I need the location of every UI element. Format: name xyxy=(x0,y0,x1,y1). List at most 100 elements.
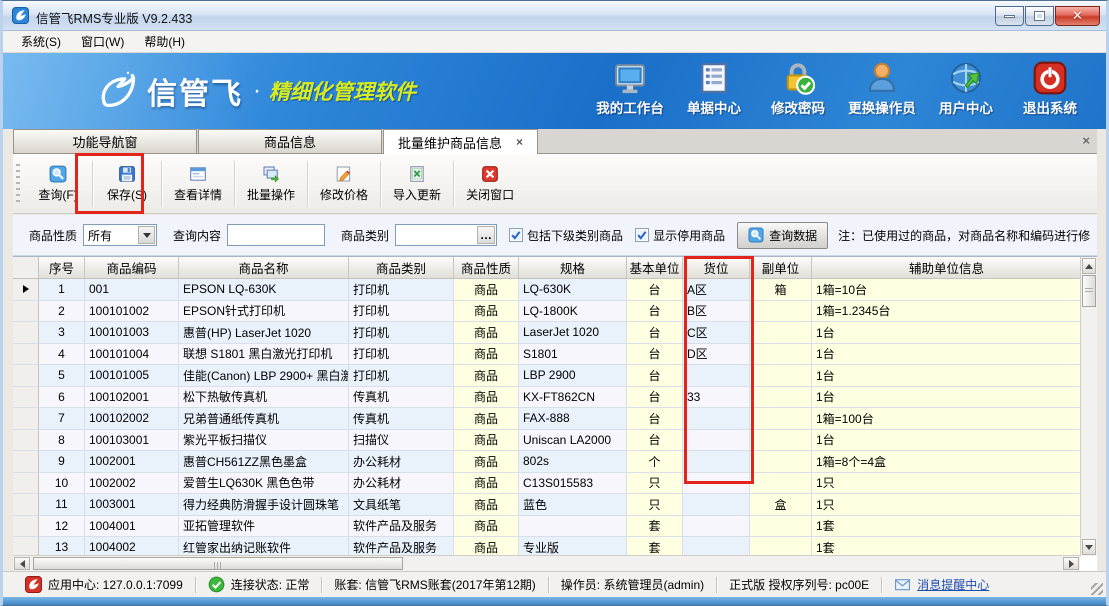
cell-sub-unit[interactable] xyxy=(750,408,812,430)
cell-spec[interactable]: 蓝色 xyxy=(519,494,627,516)
cell-index[interactable]: 13 xyxy=(39,537,85,556)
cell-product-name[interactable]: EPSON LQ-630K xyxy=(179,279,349,301)
checkbox-show-disabled-products[interactable]: 显示停用商品 xyxy=(635,227,725,244)
column-header-index[interactable]: 序号 xyxy=(39,257,85,278)
cell-sub-unit[interactable] xyxy=(750,430,812,452)
scroll-right-button[interactable] xyxy=(1063,557,1079,570)
cell-spec[interactable]: LaserJet 1020 xyxy=(519,322,627,344)
toolbar-grip[interactable] xyxy=(16,164,20,204)
cell-index[interactable]: 8 xyxy=(39,430,85,452)
cell-location[interactable]: C区 xyxy=(683,322,750,344)
cell-base-unit[interactable]: 台 xyxy=(627,430,683,452)
cell-spec[interactable]: LBP 2900 xyxy=(519,365,627,387)
menu-item-help[interactable]: 帮助(H) xyxy=(134,31,195,52)
cell-sub-unit[interactable] xyxy=(750,387,812,409)
column-header-spec[interactable]: 规格 xyxy=(519,257,627,278)
row-selector-cell[interactable] xyxy=(13,516,39,538)
cell-product-code[interactable]: 1004001 xyxy=(85,516,179,538)
status-item-message-center[interactable]: 消息提醒中心 xyxy=(882,576,1001,593)
cell-product-nature[interactable]: 商品 xyxy=(454,408,519,430)
cell-location[interactable] xyxy=(683,430,750,452)
cell-location[interactable] xyxy=(683,408,750,430)
query-button[interactable]: 查询(F) xyxy=(27,158,89,210)
cell-product-name[interactable]: 松下热敏传真机 xyxy=(179,387,349,409)
cell-product-code[interactable]: 100102002 xyxy=(85,408,179,430)
cell-aux-unit-info[interactable]: 1只 xyxy=(812,473,1082,495)
banner-action-switch-operator[interactable]: 更换操作员 xyxy=(840,61,924,117)
cell-sub-unit[interactable] xyxy=(750,516,812,538)
category-input[interactable]: … xyxy=(395,224,497,246)
cell-aux-unit-info[interactable]: 1箱=1.2345台 xyxy=(812,301,1082,323)
cell-product-category[interactable]: 扫描仪 xyxy=(349,430,454,452)
banner-action-exit-system[interactable]: 退出系统 xyxy=(1008,61,1092,117)
cell-product-nature[interactable]: 商品 xyxy=(454,279,519,301)
cell-product-category[interactable]: 传真机 xyxy=(349,408,454,430)
cell-product-code[interactable]: 001 xyxy=(85,279,179,301)
status-item-text[interactable]: 消息提醒中心 xyxy=(917,576,989,593)
cell-sub-unit[interactable] xyxy=(750,322,812,344)
cell-product-code[interactable]: 100101002 xyxy=(85,301,179,323)
cell-index[interactable]: 9 xyxy=(39,451,85,473)
cell-sub-unit[interactable] xyxy=(750,365,812,387)
cell-index[interactable]: 4 xyxy=(39,344,85,366)
cell-base-unit[interactable]: 台 xyxy=(627,301,683,323)
banner-action-user-center[interactable]: 用户中心 xyxy=(924,61,1008,117)
cell-product-name[interactable]: 联想 S1801 黑白激光打印机 xyxy=(179,344,349,366)
cell-base-unit[interactable]: 只 xyxy=(627,494,683,516)
cell-sub-unit[interactable] xyxy=(750,537,812,556)
row-selector-cell[interactable] xyxy=(13,494,39,516)
cell-index[interactable]: 11 xyxy=(39,494,85,516)
cell-product-category[interactable]: 打印机 xyxy=(349,344,454,366)
cell-product-code[interactable]: 100101005 xyxy=(85,365,179,387)
row-selector-cell[interactable] xyxy=(13,279,39,301)
tab-product-info[interactable]: 商品信息 xyxy=(198,129,382,153)
cell-index[interactable]: 6 xyxy=(39,387,85,409)
cell-spec[interactable]: LQ-630K xyxy=(519,279,627,301)
cell-product-code[interactable]: 1003001 xyxy=(85,494,179,516)
cell-product-category[interactable]: 办公耗材 xyxy=(349,451,454,473)
cell-product-category[interactable]: 打印机 xyxy=(349,279,454,301)
column-header-location[interactable]: 货位 xyxy=(683,257,750,278)
row-selector-cell[interactable] xyxy=(13,473,39,495)
cell-spec[interactable]: KX-FT862CN xyxy=(519,387,627,409)
cell-aux-unit-info[interactable]: 1箱=10台 xyxy=(812,279,1082,301)
cell-spec[interactable]: 802s xyxy=(519,451,627,473)
cell-spec[interactable]: Uniscan LA2000 xyxy=(519,430,627,452)
cell-product-nature[interactable]: 商品 xyxy=(454,301,519,323)
cell-spec[interactable]: LQ-1800K xyxy=(519,301,627,323)
cell-aux-unit-info[interactable]: 1台 xyxy=(812,430,1082,452)
cell-location[interactable] xyxy=(683,365,750,387)
vertical-scroll-thumb[interactable] xyxy=(1082,275,1096,307)
cell-index[interactable]: 3 xyxy=(39,322,85,344)
scroll-down-button[interactable] xyxy=(1082,539,1096,555)
cell-product-name[interactable]: EPSON针式打印机 xyxy=(179,301,349,323)
cell-aux-unit-info[interactable]: 1台 xyxy=(812,365,1082,387)
cell-product-category[interactable]: 软件产品及服务 xyxy=(349,537,454,556)
cell-product-category[interactable]: 文具纸笔 xyxy=(349,494,454,516)
column-header-product-category[interactable]: 商品类别 xyxy=(349,257,454,278)
cell-spec[interactable]: 专业版 xyxy=(519,537,627,556)
cell-aux-unit-info[interactable]: 1箱=100台 xyxy=(812,408,1082,430)
cell-product-name[interactable]: 爱普生LQ630K 黑色色带 xyxy=(179,473,349,495)
cell-aux-unit-info[interactable]: 1台 xyxy=(812,387,1082,409)
cell-spec[interactable]: C13S015583 xyxy=(519,473,627,495)
column-header-product-code[interactable]: 商品编码 xyxy=(85,257,179,278)
cell-product-name[interactable]: 红管家出纳记账软件 xyxy=(179,537,349,556)
cell-product-code[interactable]: 100101004 xyxy=(85,344,179,366)
product-nature-select[interactable]: 所有 xyxy=(83,224,157,246)
cell-sub-unit[interactable]: 箱 xyxy=(750,279,812,301)
cell-index[interactable]: 12 xyxy=(39,516,85,538)
tabstrip-close-icon[interactable]: × xyxy=(1082,133,1090,148)
menu-item-window[interactable]: 窗口(W) xyxy=(71,31,134,52)
tab-function-nav[interactable]: 功能导航窗 xyxy=(13,129,197,153)
cell-product-name[interactable]: 惠普CH561ZZ黑色墨盒 xyxy=(179,451,349,473)
row-selector-cell[interactable] xyxy=(13,365,39,387)
row-selector-cell[interactable] xyxy=(13,537,39,556)
cell-spec[interactable]: FAX-888 xyxy=(519,408,627,430)
save-button[interactable]: 保存(S) xyxy=(96,158,158,210)
cell-product-category[interactable]: 打印机 xyxy=(349,365,454,387)
combo-dropdown-button[interactable] xyxy=(138,226,155,244)
scroll-up-button[interactable] xyxy=(1082,258,1096,274)
horizontal-scrollbar[interactable] xyxy=(13,555,1080,571)
cell-product-category[interactable]: 办公耗材 xyxy=(349,473,454,495)
